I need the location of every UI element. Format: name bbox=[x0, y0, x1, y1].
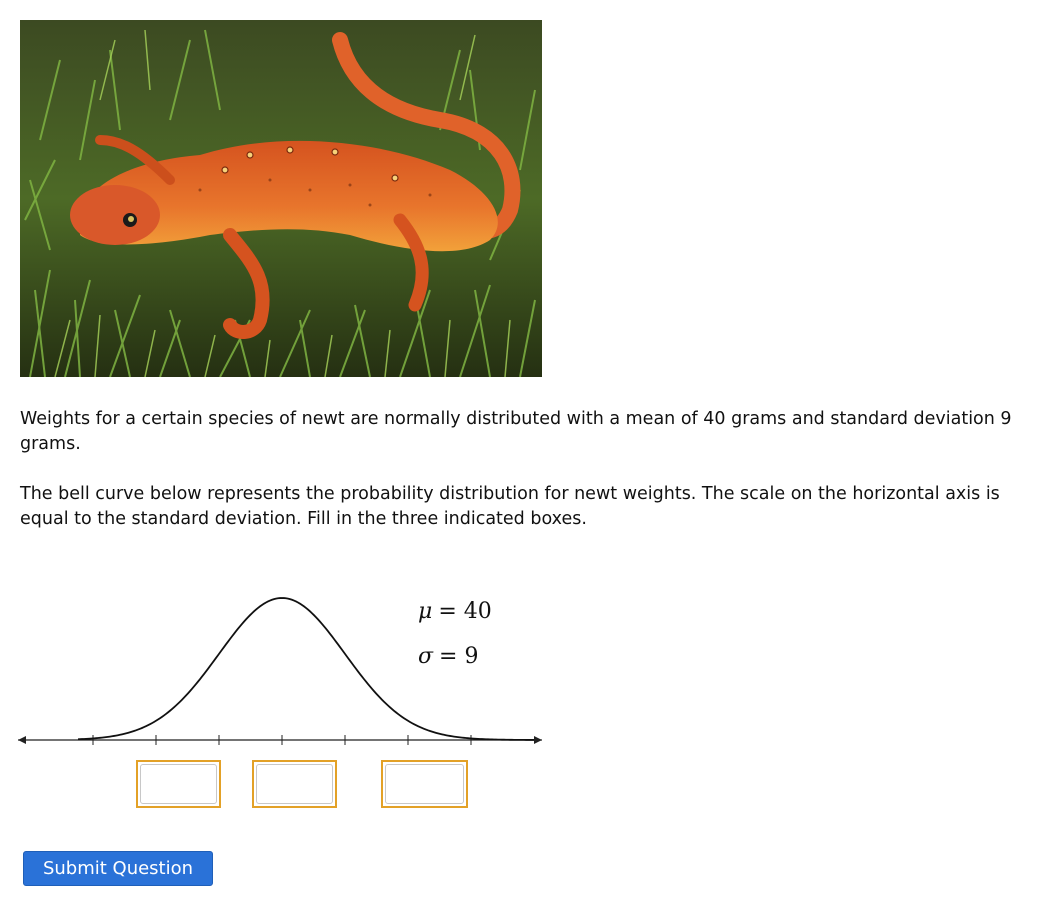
axis-arrow-left bbox=[18, 736, 26, 744]
question-paragraph-1: Weights for a certain species of newt ar… bbox=[20, 409, 1012, 454]
submit-question-button[interactable]: Submit Question bbox=[23, 851, 213, 886]
question-paragraph-2: The bell curve below represents the prob… bbox=[20, 484, 1000, 529]
answer-input-1[interactable] bbox=[140, 764, 217, 804]
newt-photo bbox=[20, 20, 542, 377]
mu-symbol: μ bbox=[418, 599, 433, 624]
axis-arrow-right bbox=[534, 736, 542, 744]
answer-box-3 bbox=[381, 760, 468, 808]
sigma-symbol: σ bbox=[418, 644, 434, 669]
std-dev-label: σ = 9 bbox=[418, 644, 478, 669]
answer-box-2 bbox=[252, 760, 337, 808]
mean-value: = 40 bbox=[438, 599, 492, 624]
mean-label: μ = 40 bbox=[418, 599, 492, 624]
answer-box-1 bbox=[136, 760, 221, 808]
answer-input-2[interactable] bbox=[256, 764, 333, 804]
answer-input-3[interactable] bbox=[385, 764, 464, 804]
std-dev-value: = 9 bbox=[439, 644, 479, 669]
